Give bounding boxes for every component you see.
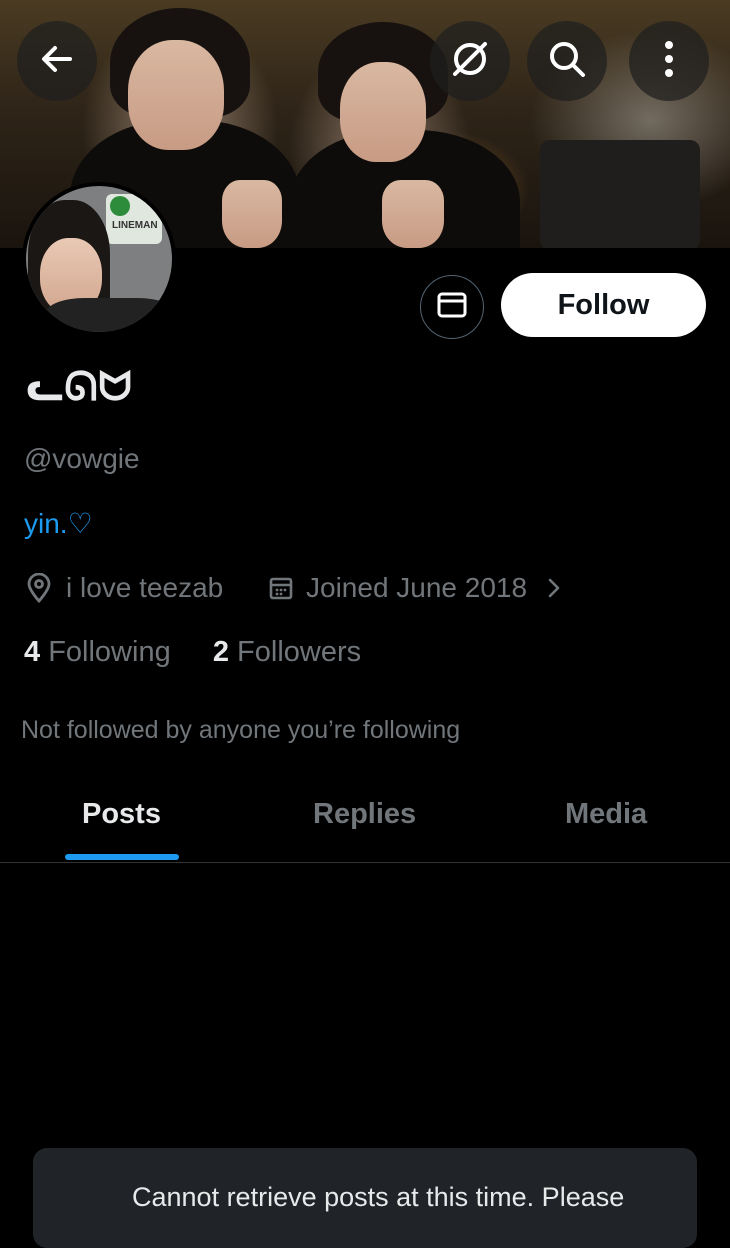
- location-text: i love teezab: [66, 572, 224, 603]
- banner-chair: [540, 140, 700, 248]
- more-vertical-icon: [663, 39, 675, 84]
- calendar-icon: [268, 575, 294, 601]
- bio-text[interactable]: yin.♡: [24, 507, 93, 540]
- following-count: 4: [24, 636, 41, 668]
- tabs-divider: [0, 862, 730, 863]
- following-link[interactable]: 4 Following: [24, 636, 171, 668]
- followers-label: Followers: [237, 636, 362, 668]
- follow-button[interactable]: Follow: [501, 273, 706, 337]
- more-button[interactable]: [629, 21, 709, 101]
- avatar-sign: LINEMAN: [106, 194, 162, 244]
- avatar-shirt: [46, 298, 172, 332]
- following-label: Following: [48, 636, 171, 668]
- active-tab-indicator: [65, 854, 179, 860]
- location: i love teezab: [26, 572, 223, 604]
- tab-posts[interactable]: Posts: [82, 798, 161, 831]
- banner-hand-left: [222, 180, 282, 248]
- grok-icon: [448, 37, 492, 86]
- location-pin-icon: [26, 573, 52, 603]
- message-button[interactable]: [420, 275, 484, 339]
- banner-hand-right: [382, 180, 444, 248]
- arrow-left-icon: [37, 39, 77, 84]
- display-name: ᓚᘏᗢ: [26, 365, 133, 409]
- error-toast: Cannot retrieve posts at this time. Plea…: [33, 1148, 697, 1248]
- tab-replies[interactable]: Replies: [313, 798, 416, 831]
- user-handle: @vowgie: [24, 443, 140, 474]
- avatar-sign-logo: [110, 196, 130, 216]
- join-date[interactable]: Joined June 2018: [268, 572, 561, 604]
- tab-media[interactable]: Media: [565, 798, 647, 831]
- not-followed-notice: Not followed by anyone you’re following: [21, 716, 461, 744]
- mail-icon: [436, 291, 468, 324]
- chevron-right-icon: [547, 577, 561, 599]
- follow-stats: 4 Following 2 Followers: [24, 636, 361, 669]
- banner-face-left: [128, 40, 224, 150]
- grok-button[interactable]: [430, 21, 510, 101]
- toast-message: Cannot retrieve posts at this time. Plea…: [132, 1182, 625, 1212]
- followers-link[interactable]: 2 Followers: [213, 636, 361, 668]
- search-button[interactable]: [527, 21, 607, 101]
- followers-count: 2: [212, 636, 229, 668]
- back-button[interactable]: [17, 21, 97, 101]
- joined-text: Joined June 2018: [306, 572, 528, 603]
- avatar-sign-text: LINEMAN: [112, 220, 158, 231]
- search-icon: [545, 37, 589, 86]
- banner-face-right: [340, 62, 426, 162]
- avatar[interactable]: LINEMAN: [22, 182, 176, 336]
